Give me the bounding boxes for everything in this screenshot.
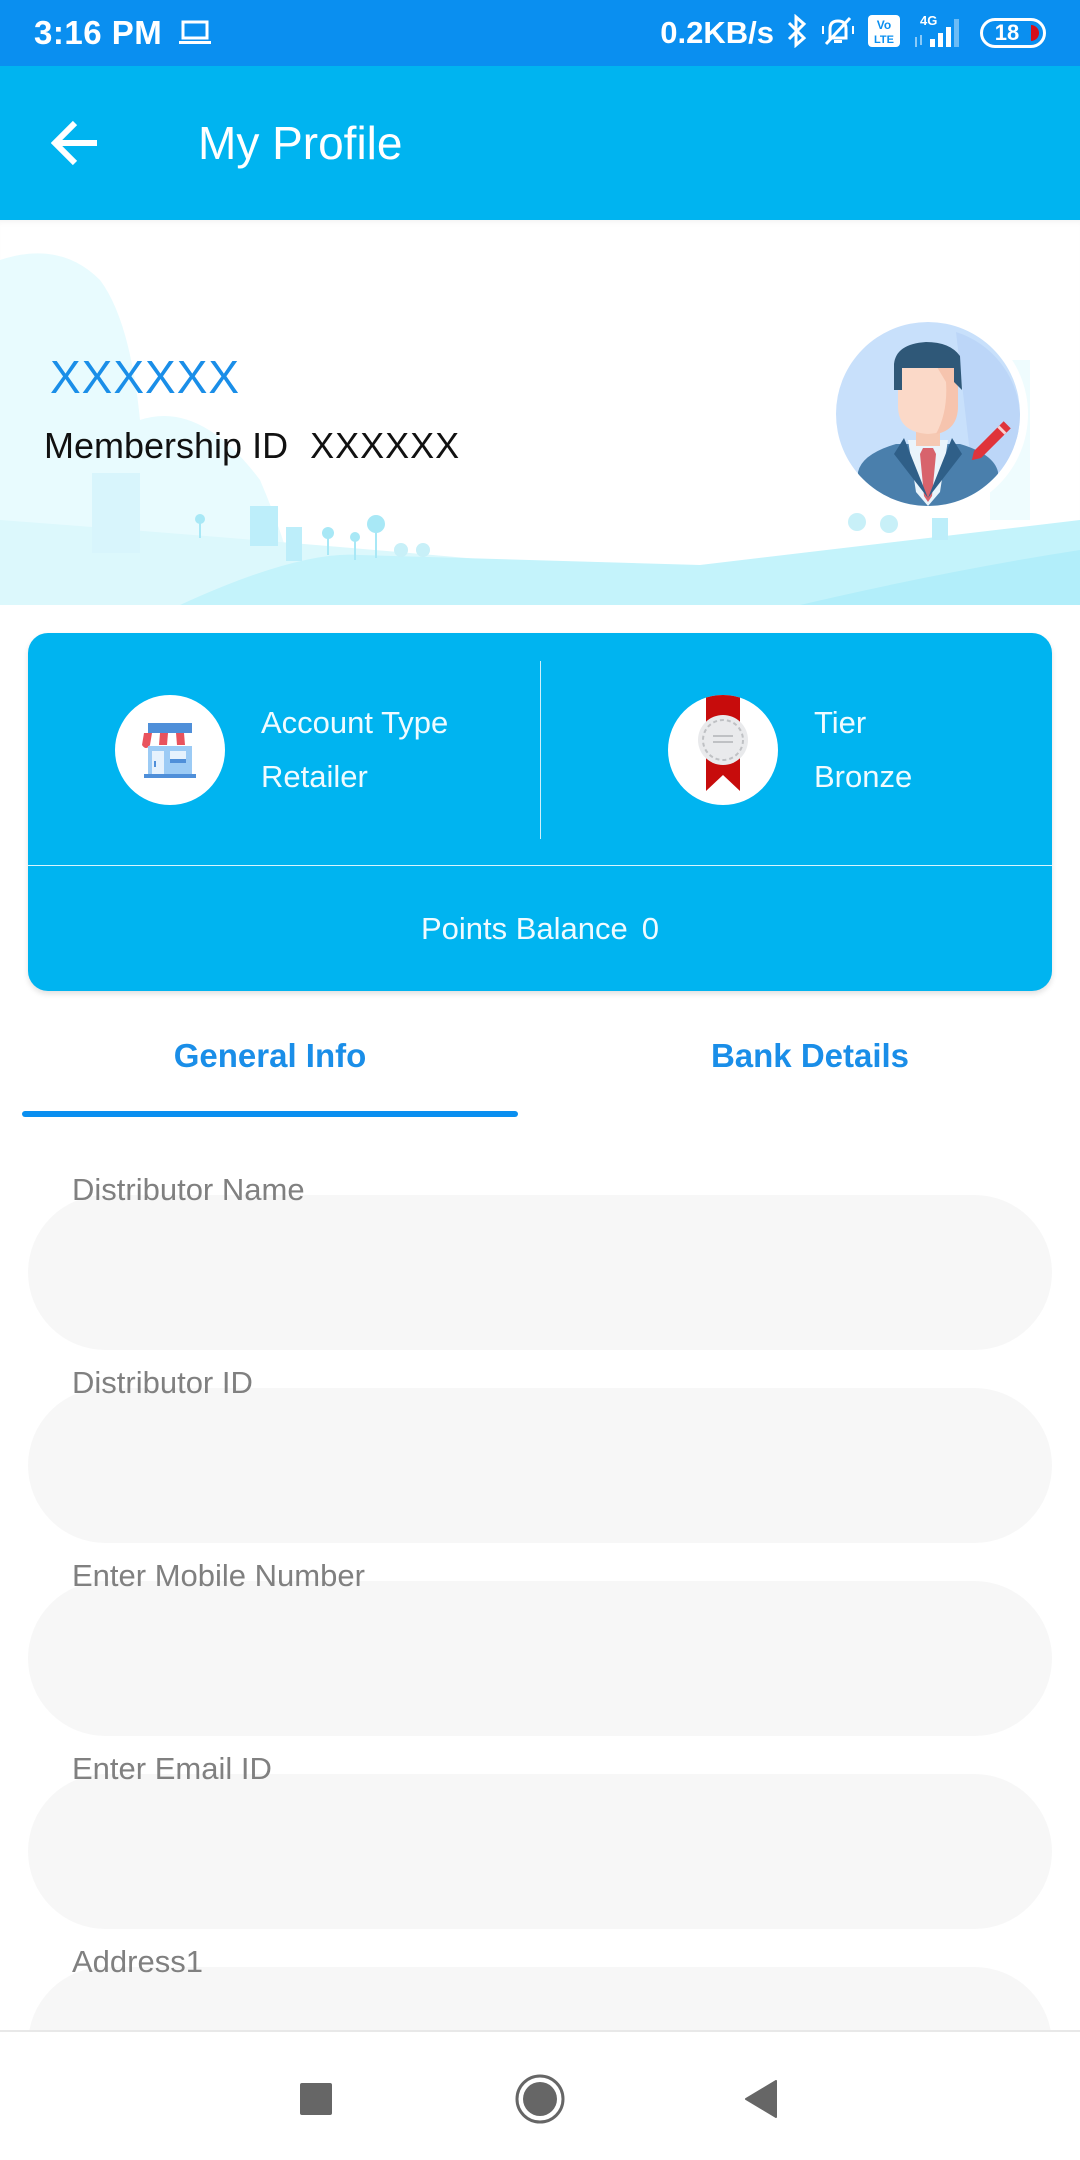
shop-icon-circle (115, 694, 225, 805)
page-title: My Profile (198, 117, 403, 169)
tier-value: Bronze (814, 758, 913, 794)
app-bar: My Profile (0, 66, 1080, 220)
home-button[interactable] (505, 2064, 575, 2134)
back-triangle-icon (745, 2080, 777, 2118)
distributor-id-input[interactable] (28, 1388, 1052, 1543)
tier-texts: Tier Bronze (814, 696, 912, 804)
address1-label: Address1 (72, 1944, 203, 1979)
tab-general-info[interactable]: General Info (0, 1000, 540, 1112)
tier-section: Tier Bronze (540, 633, 1052, 866)
system-nav-bar (0, 2030, 1080, 2160)
businessman-avatar-icon (836, 322, 1020, 506)
silent-bell-icon (820, 14, 856, 53)
back-button[interactable] (35, 103, 115, 183)
vertical-divider (540, 661, 541, 839)
medal-ribbon-icon (698, 694, 748, 791)
recents-square-icon (300, 2083, 332, 2115)
profile-header: XXXXXX Membership ID XXXXXX (0, 220, 1080, 605)
membership-id-value: XXXXXX (310, 425, 461, 466)
svg-text:Vo: Vo (877, 18, 891, 32)
points-balance-value: 0 (641, 910, 660, 946)
email-id-input[interactable] (28, 1774, 1052, 1929)
membership-id-row: Membership ID XXXXXX (44, 425, 460, 467)
account-type-section: Account Type Retailer (28, 633, 540, 866)
status-bar: 3:16 PM 0.2KB/s Vo LTE 4G 18 (0, 0, 1080, 66)
mobile-number-label: Enter Mobile Number (72, 1558, 365, 1593)
battery-fill (1031, 25, 1039, 41)
avatar[interactable] (828, 314, 1028, 514)
account-type-label: Account Type (261, 704, 449, 740)
account-type-value: Retailer (261, 758, 368, 794)
mobile-number-input[interactable] (28, 1581, 1052, 1736)
svg-text:LTE: LTE (874, 34, 894, 46)
points-balance-label: Points Balance (420, 910, 628, 946)
arrow-left-icon (51, 120, 97, 166)
screen: 3:16 PM 0.2KB/s Vo LTE 4G 18 My Profile … (0, 0, 1080, 2160)
account-info-card: Account Type Retailer Tier Bronze Points… (28, 633, 1052, 991)
distributor-id-label: Distributor ID (72, 1365, 253, 1400)
status-time: 3:16 PM (34, 14, 163, 51)
profile-tabs: General Info Bank Details (0, 1000, 1080, 1120)
distributor-name-label: Distributor Name (72, 1172, 305, 1207)
active-tab-indicator (22, 1111, 518, 1117)
shop-icon (142, 722, 198, 778)
signal-icon: 4G (912, 13, 968, 54)
battery-level-text: 18 (994, 20, 1020, 45)
distributor-name-input[interactable] (28, 1195, 1052, 1350)
bluetooth-icon (786, 13, 808, 53)
user-name: XXXXXX (50, 351, 241, 403)
medal-icon-circle (668, 694, 778, 805)
membership-id-label: Membership ID (44, 425, 289, 466)
account-type-texts: Account Type Retailer (261, 696, 448, 804)
home-circle-icon (515, 2074, 565, 2124)
volte-icon: Vo LTE (868, 14, 900, 52)
laptop-icon (178, 20, 212, 46)
email-id-label: Enter Email ID (72, 1751, 272, 1786)
back-nav-button[interactable] (726, 2064, 796, 2134)
battery-icon: 18 (980, 18, 1046, 48)
recents-button[interactable] (281, 2064, 351, 2134)
tier-label: Tier (814, 704, 867, 740)
net-speed: 0.2KB/s (660, 15, 774, 50)
status-icons: 0.2KB/s Vo LTE 4G 18 (660, 13, 1046, 54)
tab-bank-details[interactable]: Bank Details (540, 1000, 1080, 1112)
svg-text:4G: 4G (920, 13, 937, 28)
points-balance-row: Points Balance 0 (28, 866, 1052, 991)
